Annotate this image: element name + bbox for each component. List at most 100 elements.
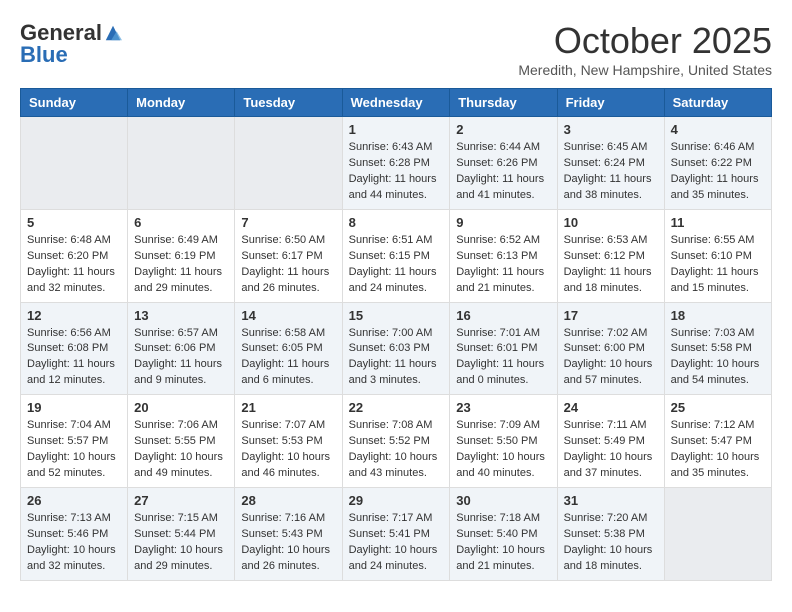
calendar-cell: 25 Sunrise: 7:12 AMSunset: 5:47 PMDayligh… (664, 395, 771, 488)
calendar-table: SundayMondayTuesdayWednesdayThursdayFrid… (20, 88, 772, 581)
day-info: Sunrise: 7:11 AMSunset: 5:49 PMDaylight:… (564, 418, 658, 482)
day-number: 1 (349, 122, 444, 137)
calendar-cell: 15 Sunrise: 7:00 AMSunset: 6:03 PMDayligh… (342, 302, 450, 395)
calendar-cell: 31Sunrise: 7:20 AMSunset: 5:38 PMDayligh… (557, 488, 664, 581)
day-number: 24 (564, 400, 658, 415)
calendar-cell: 6 Sunrise: 6:49 AMSunset: 6:19 PMDaylight… (128, 209, 235, 302)
day-info: Sunrise: 6:57 AMSunset: 6:06 PMDaylight:… (134, 326, 228, 390)
calendar-week-row: 1Sunrise: 6:43 AMSunset: 6:28 PMDaylight… (21, 117, 772, 210)
day-header-saturday: Saturday (664, 89, 771, 117)
calendar-cell: 13 Sunrise: 6:57 AMSunset: 6:06 PMDayligh… (128, 302, 235, 395)
location-subtitle: Meredith, New Hampshire, United States (518, 62, 772, 78)
day-number: 10 (564, 215, 658, 230)
day-number: 27 (134, 493, 228, 508)
calendar-cell: 19 Sunrise: 7:04 AMSunset: 5:57 PMDayligh… (21, 395, 128, 488)
day-info: Sunrise: 6:58 AMSunset: 6:05 PMDaylight:… (241, 326, 335, 390)
calendar-cell (235, 117, 342, 210)
day-info: Sunrise: 7:04 AMSunset: 5:57 PMDaylight:… (27, 418, 121, 482)
day-number: 23 (456, 400, 550, 415)
day-info: Sunrise: 6:45 AMSunset: 6:24 PMDaylight:… (564, 140, 658, 204)
day-info: Sunrise: 7:20 AMSunset: 5:38 PMDaylight:… (564, 511, 658, 575)
calendar-cell: 29 Sunrise: 7:17 AMSunset: 5:41 PMDayligh… (342, 488, 450, 581)
day-info: Sunrise: 6:48 AMSunset: 6:20 PMDaylight:… (27, 233, 121, 297)
day-number: 29 (349, 493, 444, 508)
day-info: Sunrise: 7:09 AMSunset: 5:50 PMDaylight:… (456, 418, 550, 482)
calendar-cell: 16Sunrise: 7:01 AMSunset: 6:01 PMDayligh… (450, 302, 557, 395)
calendar-cell: 28Sunrise: 7:16 AMSunset: 5:43 PMDayligh… (235, 488, 342, 581)
day-info: Sunrise: 7:03 AMSunset: 5:58 PMDaylight:… (671, 326, 765, 390)
day-info: Sunrise: 7:08 AMSunset: 5:52 PMDaylight:… (349, 418, 444, 482)
calendar-cell: 12 Sunrise: 6:56 AMSunset: 6:08 PMDayligh… (21, 302, 128, 395)
calendar-cell: 3 Sunrise: 6:45 AMSunset: 6:24 PMDaylight… (557, 117, 664, 210)
day-header-friday: Friday (557, 89, 664, 117)
day-header-tuesday: Tuesday (235, 89, 342, 117)
day-info: Sunrise: 6:55 AMSunset: 6:10 PMDaylight:… (671, 233, 765, 297)
day-number: 30 (456, 493, 550, 508)
day-info: Sunrise: 6:49 AMSunset: 6:19 PMDaylight:… (134, 233, 228, 297)
logo: General Blue (20, 20, 122, 68)
day-info: Sunrise: 6:50 AMSunset: 6:17 PMDaylight:… (241, 233, 335, 297)
day-info: Sunrise: 7:17 AMSunset: 5:41 PMDaylight:… (349, 511, 444, 575)
calendar-cell: 18 Sunrise: 7:03 AMSunset: 5:58 PMDayligh… (664, 302, 771, 395)
day-info: Sunrise: 7:00 AMSunset: 6:03 PMDaylight:… (349, 326, 444, 390)
calendar-cell: 14 Sunrise: 6:58 AMSunset: 6:05 PMDayligh… (235, 302, 342, 395)
calendar-header-row: SundayMondayTuesdayWednesdayThursdayFrid… (21, 89, 772, 117)
calendar-cell: 20Sunrise: 7:06 AMSunset: 5:55 PMDayligh… (128, 395, 235, 488)
calendar-cell: 8 Sunrise: 6:51 AMSunset: 6:15 PMDaylight… (342, 209, 450, 302)
day-info: Sunrise: 6:44 AMSunset: 6:26 PMDaylight:… (456, 140, 550, 204)
day-number: 2 (456, 122, 550, 137)
day-number: 25 (671, 400, 765, 415)
calendar-cell (21, 117, 128, 210)
day-number: 6 (134, 215, 228, 230)
day-number: 14 (241, 308, 335, 323)
calendar-cell: 2 Sunrise: 6:44 AMSunset: 6:26 PMDaylight… (450, 117, 557, 210)
calendar-cell: 21 Sunrise: 7:07 AMSunset: 5:53 PMDayligh… (235, 395, 342, 488)
day-number: 12 (27, 308, 121, 323)
day-info: Sunrise: 6:51 AMSunset: 6:15 PMDaylight:… (349, 233, 444, 297)
day-info: Sunrise: 7:06 AMSunset: 5:55 PMDaylight:… (134, 418, 228, 482)
day-info: Sunrise: 7:01 AMSunset: 6:01 PMDaylight:… (456, 326, 550, 390)
logo-blue-text: Blue (20, 42, 68, 67)
calendar-week-row: 5 Sunrise: 6:48 AMSunset: 6:20 PMDaylight… (21, 209, 772, 302)
day-info: Sunrise: 7:12 AMSunset: 5:47 PMDaylight:… (671, 418, 765, 482)
day-info: Sunrise: 7:07 AMSunset: 5:53 PMDaylight:… (241, 418, 335, 482)
day-number: 21 (241, 400, 335, 415)
day-header-monday: Monday (128, 89, 235, 117)
day-info: Sunrise: 7:16 AMSunset: 5:43 PMDaylight:… (241, 511, 335, 575)
day-number: 4 (671, 122, 765, 137)
calendar-cell: 26Sunrise: 7:13 AMSunset: 5:46 PMDayligh… (21, 488, 128, 581)
day-number: 11 (671, 215, 765, 230)
day-number: 15 (349, 308, 444, 323)
day-number: 3 (564, 122, 658, 137)
calendar-week-row: 12 Sunrise: 6:56 AMSunset: 6:08 PMDayligh… (21, 302, 772, 395)
day-number: 7 (241, 215, 335, 230)
day-info: Sunrise: 7:13 AMSunset: 5:46 PMDaylight:… (27, 511, 121, 575)
calendar-cell: 22 Sunrise: 7:08 AMSunset: 5:52 PMDayligh… (342, 395, 450, 488)
calendar-cell: 23 Sunrise: 7:09 AMSunset: 5:50 PMDayligh… (450, 395, 557, 488)
calendar-cell: 9Sunrise: 6:52 AMSunset: 6:13 PMDaylight… (450, 209, 557, 302)
day-info: Sunrise: 6:53 AMSunset: 6:12 PMDaylight:… (564, 233, 658, 297)
day-header-thursday: Thursday (450, 89, 557, 117)
day-number: 18 (671, 308, 765, 323)
calendar-cell: 30 Sunrise: 7:18 AMSunset: 5:40 PMDayligh… (450, 488, 557, 581)
day-number: 13 (134, 308, 228, 323)
day-number: 19 (27, 400, 121, 415)
day-number: 8 (349, 215, 444, 230)
page-header: General Blue October 2025 Meredith, New … (20, 20, 772, 78)
calendar-cell: 24 Sunrise: 7:11 AMSunset: 5:49 PMDayligh… (557, 395, 664, 488)
calendar-cell: 1Sunrise: 6:43 AMSunset: 6:28 PMDaylight… (342, 117, 450, 210)
day-info: Sunrise: 7:02 AMSunset: 6:00 PMDaylight:… (564, 326, 658, 390)
day-number: 5 (27, 215, 121, 230)
title-block: October 2025 Meredith, New Hampshire, Un… (518, 20, 772, 78)
day-number: 9 (456, 215, 550, 230)
day-info: Sunrise: 6:56 AMSunset: 6:08 PMDaylight:… (27, 326, 121, 390)
month-year-title: October 2025 (518, 20, 772, 62)
calendar-cell: 7 Sunrise: 6:50 AMSunset: 6:17 PMDaylight… (235, 209, 342, 302)
calendar-cell: 10 Sunrise: 6:53 AMSunset: 6:12 PMDayligh… (557, 209, 664, 302)
calendar-cell (128, 117, 235, 210)
day-number: 22 (349, 400, 444, 415)
day-info: Sunrise: 6:46 AMSunset: 6:22 PMDaylight:… (671, 140, 765, 204)
calendar-week-row: 19 Sunrise: 7:04 AMSunset: 5:57 PMDayligh… (21, 395, 772, 488)
day-header-wednesday: Wednesday (342, 89, 450, 117)
day-info: Sunrise: 7:18 AMSunset: 5:40 PMDaylight:… (456, 511, 550, 575)
